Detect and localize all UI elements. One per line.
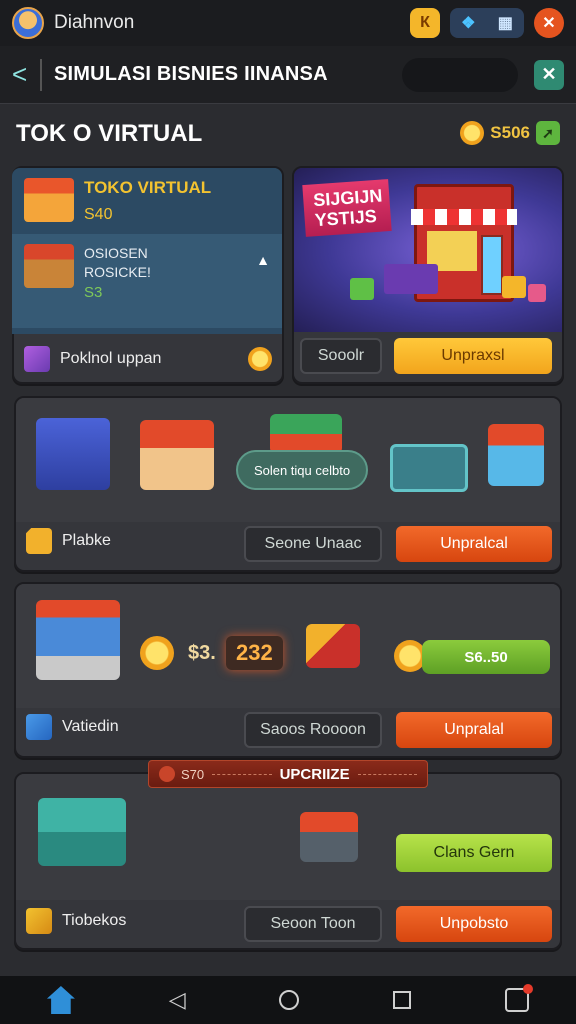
gold-coin-icon[interactable]: [248, 347, 272, 371]
coin-balance: S506 ➚: [460, 121, 560, 145]
ribbon-title: UPCRIIZE: [279, 765, 350, 783]
yellow-box-icon: [502, 276, 526, 298]
header-close-button[interactable]: ✕: [534, 59, 564, 90]
income-pill: S6..50: [422, 640, 550, 674]
business-row-1: Solen tiqu celbto Plabke Seone Unaac Unp…: [14, 396, 562, 572]
avatar[interactable]: [12, 7, 44, 39]
row-1-illustration: Solen tiqu celbto: [16, 398, 560, 522]
system-nav-bar: ◁: [0, 976, 576, 1024]
page-title: TOK O VIRTUAL: [16, 120, 203, 147]
stats-icon[interactable]: ▦: [498, 13, 513, 33]
header-divider: [40, 58, 42, 91]
row-3-label: Tiobekos: [62, 912, 127, 929]
package-icon: [24, 346, 50, 372]
promo-secondary-button[interactable]: Sooolr: [300, 338, 382, 374]
store-door: [481, 235, 503, 295]
home-app-icon[interactable]: [46, 986, 75, 1014]
row-2-label: Vatiedin: [62, 718, 119, 735]
row-2-illustration: $3. 232 S6..50: [16, 584, 560, 708]
row-1-upgrade-button[interactable]: Unpralcal: [396, 526, 552, 562]
top-bar: Diahnvon К ❖ ▦ ✕: [0, 0, 576, 46]
market-stall-icon: [24, 178, 74, 222]
coin-icon: [460, 121, 485, 145]
row-2-upgrade-button[interactable]: Unpralal: [396, 712, 552, 748]
add-coins-button[interactable]: ➚: [536, 121, 560, 145]
promo-primary-button[interactable]: Unpraxsl: [394, 338, 552, 374]
tools-icon[interactable]: ❖: [461, 13, 475, 33]
tools-button-group: ❖ ▦: [450, 8, 524, 38]
shop-price: S40: [84, 206, 113, 223]
blue-crate-icon: [36, 418, 110, 490]
shop-footer-label: Poklnol uppan: [60, 350, 162, 367]
teal-crate-icon: [38, 798, 126, 866]
row-1-label: Plabke: [62, 532, 111, 549]
header-title: SIMULASI BISNIES IINANSA: [54, 63, 328, 85]
item-line-2: ROSICKE!: [84, 264, 151, 280]
coin-value: S506: [490, 123, 530, 142]
badge-icon: [26, 528, 52, 554]
green-box-icon: [350, 278, 374, 300]
app-name: Diahnvon: [54, 12, 135, 33]
ribbon-divider-right: [357, 773, 417, 775]
promo-banner[interactable]: SIJGIJN YSTIJS: [294, 168, 562, 332]
ribbon-icon: [159, 766, 175, 782]
coin-icon: [140, 636, 174, 670]
shop-card[interactable]: TOKO VIRTUAL S40 OSIOSEN ROSICKE! S3 ▲: [12, 168, 282, 334]
shop-panel-footer: Poklnol uppan: [24, 346, 272, 372]
upgrade-ribbon[interactable]: S70 UPCRIIZE: [148, 760, 428, 788]
cursor-pointer-icon: ▲: [256, 252, 270, 268]
app-header: < SIMULASI BISNIES IINANSA ✕: [0, 46, 576, 104]
banner-flag: SIJGIJN YSTIJS: [302, 179, 392, 237]
speech-bubble: Solen tiqu celbto: [236, 450, 368, 490]
claim-gem-button[interactable]: Clans Gern: [396, 834, 552, 872]
business-row-2: $3. 232 S6..50 Vatiedin Saoos Roooon Unp…: [14, 582, 562, 758]
row-3-secondary-button[interactable]: Seoon Toon: [244, 906, 382, 942]
gift-stall-icon: [24, 244, 74, 288]
ribbon-left-value: S70: [181, 766, 205, 782]
item-line-1: OSIOSEN: [84, 245, 148, 261]
notification-dot: [523, 984, 534, 994]
pink-box-icon: [528, 284, 546, 302]
home-nav-icon[interactable]: [279, 990, 300, 1010]
gift-box-icon: [26, 908, 52, 934]
blue-cube-icon: [26, 714, 52, 740]
back-nav-icon[interactable]: ◁: [169, 987, 186, 1013]
ribbon-divider: [212, 773, 272, 775]
cart-icon: [306, 624, 360, 668]
recents-nav-icon[interactable]: [393, 991, 412, 1009]
close-icon[interactable]: ✕: [534, 8, 564, 38]
shop-main-row[interactable]: TOKO VIRTUAL S40: [12, 168, 282, 224]
row-3-illustration: Clans Gern: [16, 774, 560, 900]
back-arrow-icon[interactable]: <: [12, 59, 34, 90]
amount-value: 232: [226, 636, 283, 670]
market-kiosk-icon: [270, 414, 342, 454]
amount-prefix: $3.: [188, 642, 216, 664]
storefront-icon: [36, 600, 120, 680]
shop-icon-button[interactable]: К: [410, 8, 440, 38]
store-awning: [411, 209, 517, 225]
row-3-upgrade-button[interactable]: Unpobsto: [396, 906, 552, 942]
shop-stall-icon: [140, 420, 214, 490]
vendor-cart-icon: [300, 812, 358, 862]
blue-shop-icon: [488, 424, 544, 486]
notification-icon[interactable]: [505, 984, 534, 1012]
row-1-secondary-button[interactable]: Seone Unaac: [244, 526, 382, 562]
row-2-secondary-button[interactable]: Saoos Roooon: [244, 712, 382, 748]
business-row-3: Clans Gern Tiobekos Seoon Toon Unpobsto: [14, 772, 562, 950]
produce-crate-icon: [384, 264, 438, 294]
header-search-pill[interactable]: [402, 57, 518, 92]
item-price: S3: [84, 284, 103, 301]
shop-name: TOKO VIRTUAL: [84, 178, 212, 197]
top-actions: К ❖ ▦ ✕: [410, 8, 564, 38]
shop-item-selected-row[interactable]: OSIOSEN ROSICKE! S3: [12, 234, 282, 328]
product-tray-icon: [390, 444, 468, 492]
